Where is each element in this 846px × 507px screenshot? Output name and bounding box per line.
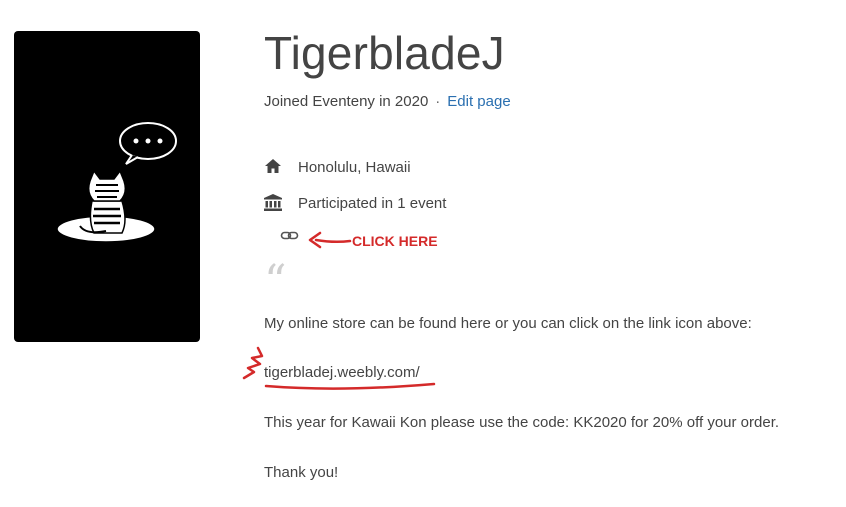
red-arrow-annotation (308, 231, 352, 249)
page-title: TigerbladeJ (264, 27, 505, 79)
joined-text: Joined Eventeny in 2020 (264, 93, 429, 110)
bio-line-3: This year for Kawaii Kon please use the … (264, 414, 780, 431)
home-icon (264, 158, 284, 176)
location-row: Honolulu, Hawaii (264, 158, 411, 176)
events-text: Participated in 1 event (298, 194, 447, 212)
quote-mark: “ (264, 256, 287, 307)
bio-line-1: My online store can be found here or you… (264, 315, 752, 332)
events-row: Participated in 1 event (264, 194, 446, 212)
link-icon[interactable] (280, 229, 300, 243)
red-underline-annotation (242, 346, 436, 390)
separator-dot: · (435, 93, 441, 110)
edit-page-link[interactable]: Edit page (447, 93, 510, 110)
avatar (14, 31, 200, 342)
speech-bubble-icon (119, 122, 177, 165)
institution-icon (264, 194, 284, 212)
click-here-annotation: CLICK HERE (352, 233, 438, 249)
location-text: Honolulu, Hawaii (298, 158, 411, 176)
profile-meta: Joined Eventeny in 2020 · Edit page (264, 93, 511, 110)
tiger-illustration (56, 122, 177, 243)
bio-line-4: Thank you! (264, 464, 339, 481)
